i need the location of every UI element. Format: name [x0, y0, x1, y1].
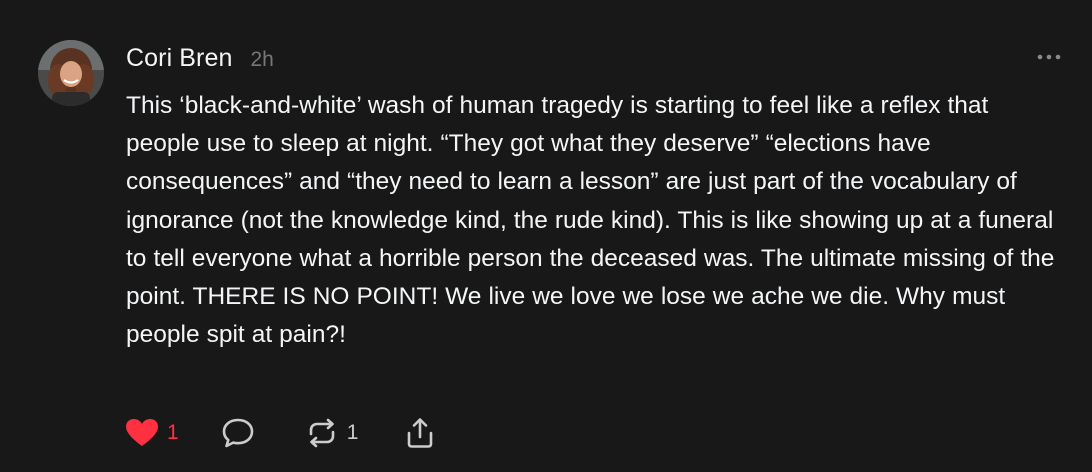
- post-body-text: This ‘black-and-white’ wash of human tra…: [126, 92, 1055, 349]
- repost-arrows-icon: [305, 417, 339, 449]
- repost-count: 1: [346, 421, 359, 444]
- avatar-image: [38, 40, 104, 106]
- speech-bubble-icon: [221, 417, 255, 449]
- post-header: Cori Bren 2h: [126, 44, 274, 74]
- author-name[interactable]: Cori Bren: [126, 44, 233, 73]
- more-options-button[interactable]: [1036, 48, 1062, 66]
- repost-button[interactable]: 1: [305, 417, 359, 449]
- post-card: Cori Bren 2h This ‘black-and-white’ wash…: [0, 0, 1092, 472]
- like-count: 1: [167, 421, 179, 444]
- ellipsis-icon: [1037, 54, 1061, 60]
- post-timestamp[interactable]: 2h: [251, 48, 274, 72]
- share-upload-icon: [404, 417, 436, 449]
- heart-filled-icon: [125, 418, 159, 448]
- share-button[interactable]: [404, 417, 436, 449]
- post-actions: 1 1: [125, 416, 436, 450]
- avatar[interactable]: [38, 40, 104, 106]
- like-button[interactable]: 1: [125, 418, 179, 448]
- comment-button[interactable]: [221, 417, 255, 449]
